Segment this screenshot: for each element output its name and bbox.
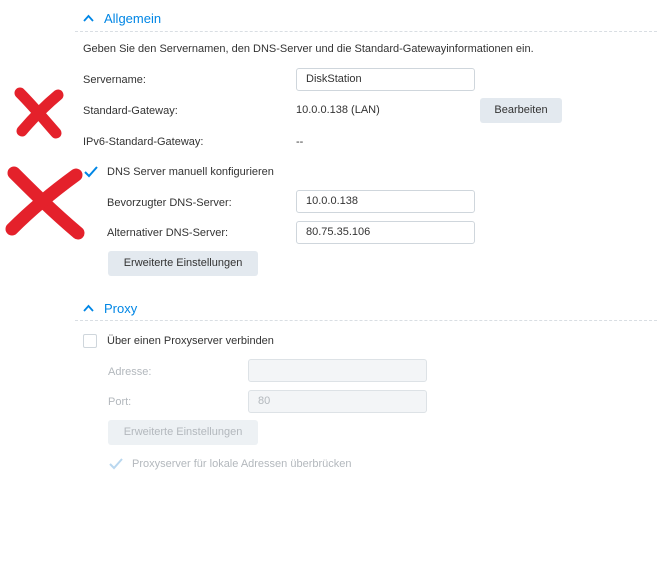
section-header-proxy[interactable]: Proxy xyxy=(83,298,137,318)
proxy-bypass-checkbox[interactable] xyxy=(108,457,124,471)
default-gateway-label: Standard-Gateway: xyxy=(83,105,178,117)
red-x-mark-icon xyxy=(5,166,85,240)
proxy-bypass-label[interactable]: Proxyserver für lokale Adressen überbrüc… xyxy=(132,458,352,470)
server-name-label: Servername: xyxy=(83,74,146,86)
proxy-connect-checkbox[interactable] xyxy=(83,334,97,348)
section-divider xyxy=(75,320,657,321)
ipv6-gateway-value: -- xyxy=(296,136,304,148)
section-title-proxy: Proxy xyxy=(104,300,138,316)
preferred-dns-label: Bevorzugter DNS-Server: xyxy=(107,197,232,209)
advanced-settings-button[interactable]: Erweiterte Einstellungen xyxy=(108,251,258,276)
edit-gateway-button[interactable]: Bearbeiten xyxy=(480,98,562,123)
dns-manual-label[interactable]: DNS Server manuell konfigurieren xyxy=(107,166,274,178)
proxy-port-input[interactable]: 80 xyxy=(248,390,427,413)
preferred-dns-input[interactable]: 10.0.0.138 xyxy=(296,190,475,213)
general-description: Geben Sie den Servernamen, den DNS-Serve… xyxy=(83,43,534,55)
section-divider xyxy=(75,31,657,32)
default-gateway-value: 10.0.0.138 (LAN) xyxy=(296,104,380,116)
proxy-advanced-settings-button[interactable]: Erweiterte Einstellungen xyxy=(108,420,258,445)
section-header-general[interactable]: Allgemein xyxy=(83,8,161,28)
proxy-address-input[interactable] xyxy=(248,359,427,382)
chevron-up-icon xyxy=(83,304,94,312)
red-x-mark-icon xyxy=(14,87,64,139)
dns-manual-checkbox[interactable] xyxy=(83,165,99,179)
chevron-up-icon xyxy=(83,14,94,22)
proxy-connect-label[interactable]: Über einen Proxyserver verbinden xyxy=(107,335,274,347)
proxy-address-label: Adresse: xyxy=(108,366,152,378)
ipv6-gateway-label: IPv6-Standard-Gateway: xyxy=(83,136,204,148)
section-title-general: Allgemein xyxy=(104,10,162,26)
alternate-dns-label: Alternativer DNS-Server: xyxy=(107,227,229,239)
proxy-port-label: Port: xyxy=(108,396,132,408)
alternate-dns-input[interactable]: 80.75.35.106 xyxy=(296,221,475,244)
server-name-input[interactable]: DiskStation xyxy=(296,68,475,91)
